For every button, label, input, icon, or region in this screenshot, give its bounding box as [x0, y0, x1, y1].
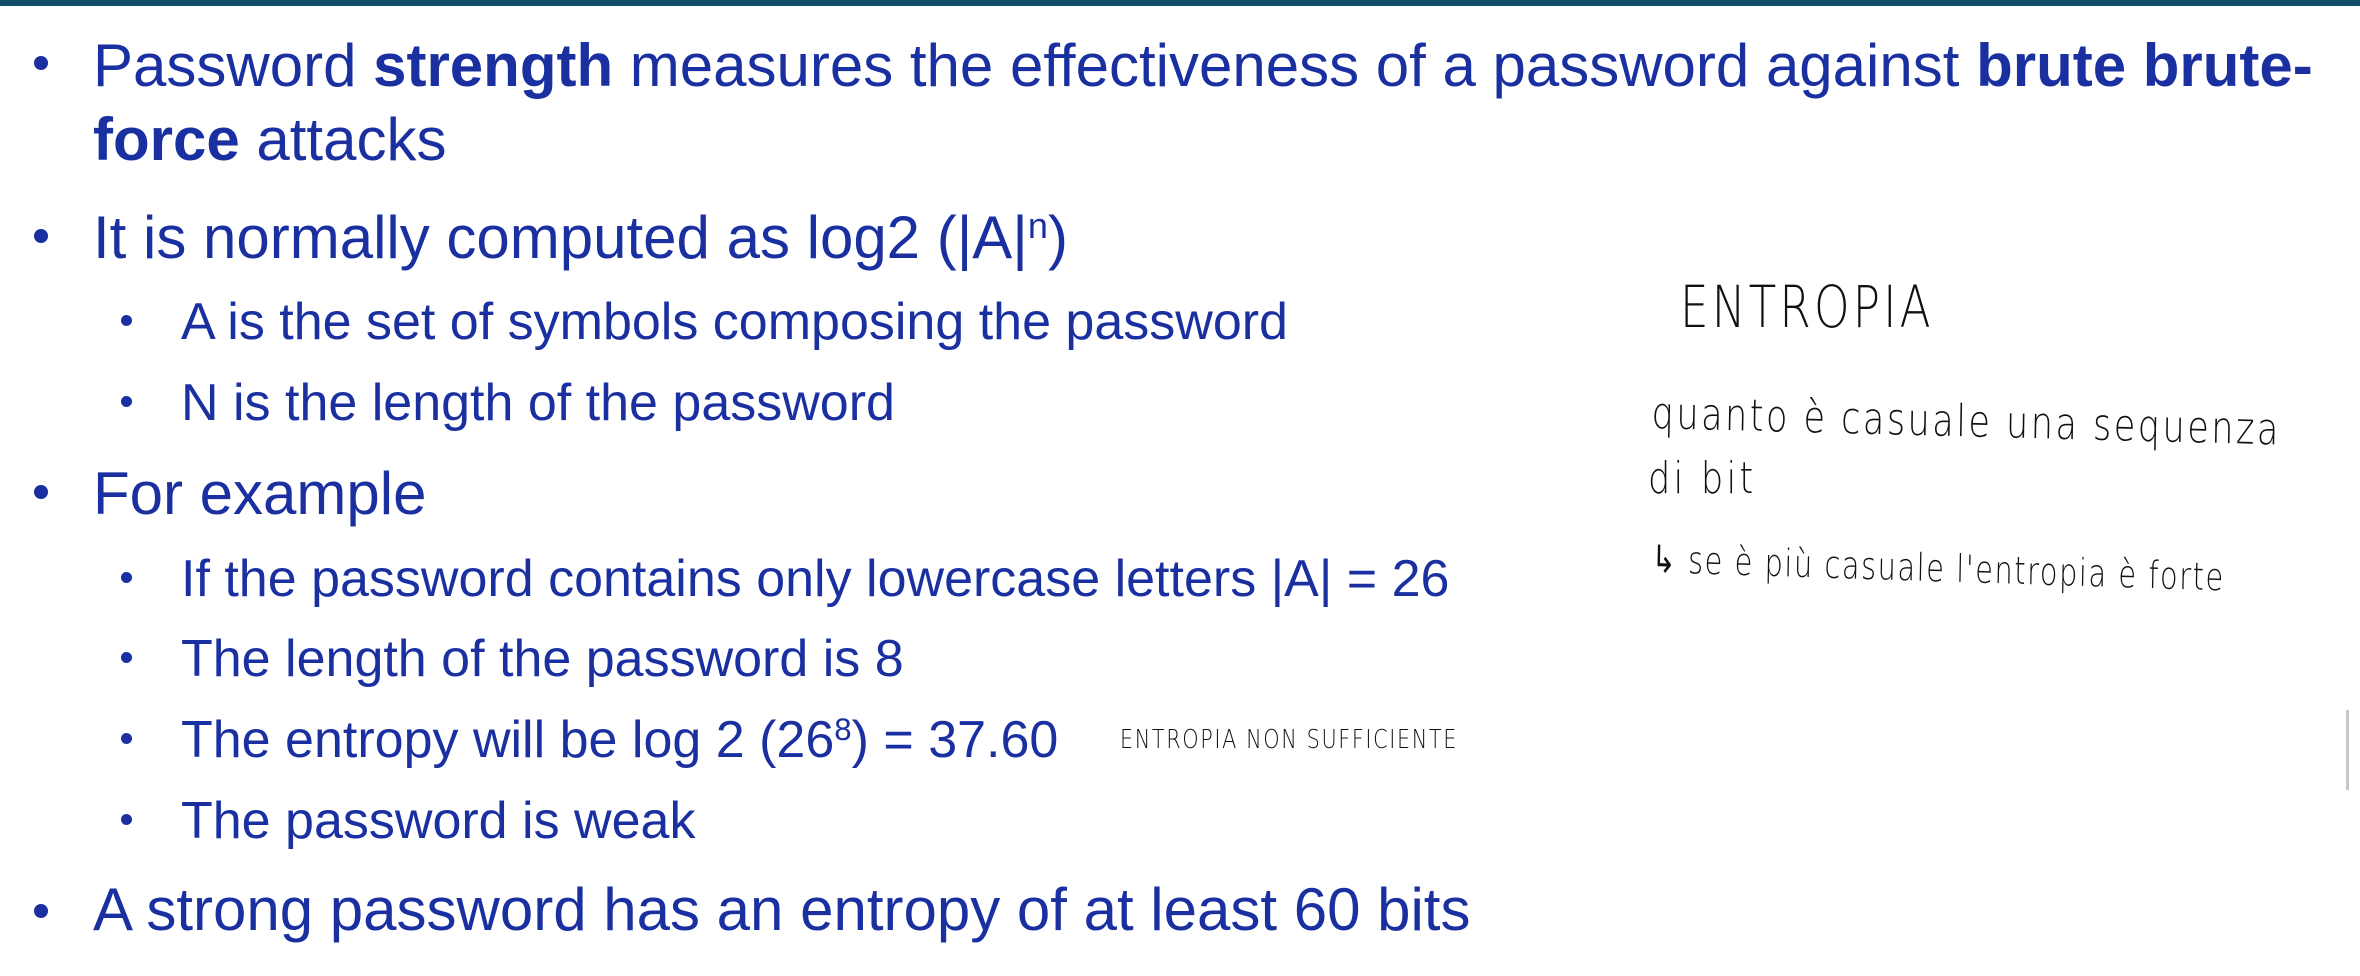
sub-bullet-dot	[121, 814, 132, 825]
slide-content: Password strength measures the effective…	[0, 0, 2313, 976]
handwritten-definition-line1: quanto è casuale una sequenza	[1651, 388, 2282, 456]
bullet-dot	[34, 229, 48, 243]
sub-bullet-symbol-set: A is the set of symbols composing the pa…	[181, 293, 1288, 351]
sub-bullet-dot	[121, 315, 132, 326]
scrollbar-indicator[interactable]	[2346, 710, 2349, 790]
handwritten-note: ↳ se è più casuale l'entropia è forte	[1651, 537, 2226, 600]
sub-bullet-dot	[121, 652, 132, 663]
handwritten-definition-line2: di bit	[1648, 453, 1757, 504]
sub-bullet-lowercase: If the password contains only lowercase …	[181, 550, 1450, 608]
sub-bullet-dot	[121, 572, 132, 583]
bullet-password-strength-line1: Password strength measures the effective…	[93, 32, 2313, 99]
sub-bullet-weak: The password is weak	[181, 792, 696, 850]
bullet-for-example: For example	[93, 460, 427, 527]
sub-bullet-dot	[121, 396, 132, 407]
handwritten-inline-note: ENTROPIA NON SUFFICIENTE	[1120, 725, 1458, 755]
bullet-strong-password: A strong password has an entropy of at l…	[93, 876, 1471, 943]
sub-bullet-length: N is the length of the password	[181, 374, 895, 432]
bullet-dot	[34, 56, 48, 70]
sub-bullet-entropy: The entropy will be log 2 (268) = 37.60	[181, 711, 1059, 769]
sub-bullet-length-8: The length of the password is 8	[181, 630, 904, 688]
sub-bullet-dot	[121, 733, 132, 744]
bullet-dot	[34, 904, 48, 918]
bullet-dot	[34, 485, 48, 499]
handwritten-title: ENTROPIA	[1680, 273, 1934, 341]
bullet-formula: It is normally computed as log2 (|A|n)	[93, 204, 1068, 271]
bullet-password-strength-line2: force attacks	[93, 106, 447, 173]
